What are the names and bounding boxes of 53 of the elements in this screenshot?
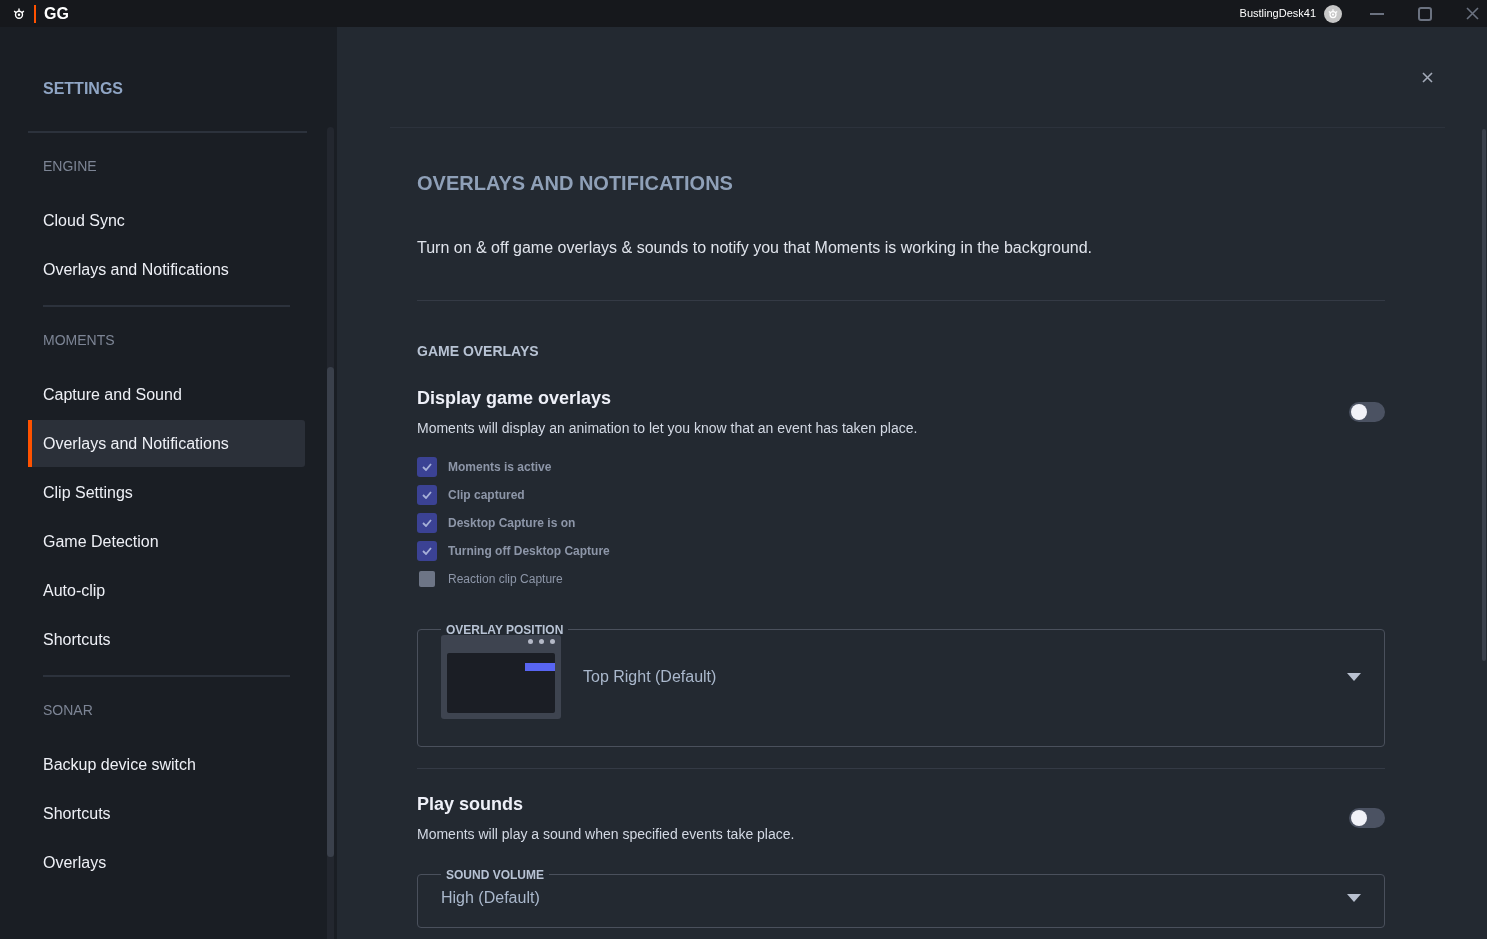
checkbox[interactable] xyxy=(417,457,437,477)
check-icon xyxy=(422,547,432,555)
scrollbar-thumb[interactable] xyxy=(327,367,334,857)
section-header: MOMENTS xyxy=(42,330,116,350)
checkbox[interactable] xyxy=(417,569,437,589)
gear-logo-icon xyxy=(1327,7,1339,20)
username: BustlingDesk41 xyxy=(1239,6,1316,22)
sidebar-item[interactable]: Cloud Sync xyxy=(28,197,305,244)
setting-title: Play sounds xyxy=(417,793,525,816)
field-legend: SOUND VOLUME xyxy=(440,868,550,882)
sidebar-item[interactable]: Overlays and Notifications xyxy=(28,246,305,293)
avatar-icon[interactable] xyxy=(1324,4,1342,23)
checkbox-label: Clip captured xyxy=(448,487,525,504)
app-name: GG xyxy=(44,3,69,24)
section-header: GAME OVERLAYS xyxy=(417,342,540,361)
section-header: ENGINE xyxy=(42,156,98,176)
page-title: OVERLAYS AND NOTIFICATIONS xyxy=(417,171,734,196)
sidebar-item[interactable]: Overlays xyxy=(28,839,305,886)
checkbox-label: Turning off Desktop Capture xyxy=(448,543,610,560)
section-header: SONAR xyxy=(42,700,94,720)
sidebar-item[interactable]: Overlays and Notifications xyxy=(28,420,305,467)
maximize-icon[interactable] xyxy=(1418,6,1432,21)
close-icon[interactable] xyxy=(1422,71,1433,83)
gear-logo-icon xyxy=(12,6,26,21)
checkbox-label: Reaction clip Capture xyxy=(448,571,563,588)
setting-title: Display game overlays xyxy=(417,387,613,410)
sidebar-item[interactable]: Shortcuts xyxy=(28,616,305,663)
checkbox[interactable] xyxy=(417,541,437,561)
page-description: Turn on & off game overlays & sounds to notify you that Moments is working in the background. xyxy=(417,238,1094,258)
setting-description: Moments will display an animation to let you know that an event has taken place. xyxy=(417,419,919,438)
select-value: High (Default) xyxy=(441,888,541,908)
select-value: Top Right (Default) xyxy=(583,667,718,687)
sidebar-item[interactable]: Auto-clip xyxy=(28,567,305,614)
sidebar-item[interactable]: Clip Settings xyxy=(28,469,305,516)
sidebar-title: SETTINGS xyxy=(42,79,124,99)
check-icon xyxy=(422,519,432,527)
caret-icon xyxy=(1347,673,1361,681)
close-icon[interactable] xyxy=(1466,7,1479,20)
sidebar-item[interactable]: Shortcuts xyxy=(28,790,305,837)
caret-icon xyxy=(1347,894,1361,902)
sidebar-item[interactable]: Capture and Sound xyxy=(28,371,305,418)
sidebar-item[interactable]: Game Detection xyxy=(28,518,305,565)
checkbox-label: Moments is active xyxy=(448,459,552,476)
sidebar-item[interactable]: Backup device switch xyxy=(28,741,305,788)
toggle-switch[interactable] xyxy=(1349,808,1385,828)
checkbox[interactable] xyxy=(417,485,437,505)
field-legend: OVERLAY POSITION xyxy=(440,623,570,637)
check-icon xyxy=(422,491,432,499)
checkbox-label: Desktop Capture is on xyxy=(448,515,576,532)
check-icon xyxy=(422,463,432,471)
toggle-switch[interactable] xyxy=(1349,402,1385,422)
setting-description: Moments will play a sound when specified events take place. xyxy=(417,825,796,844)
checkbox[interactable] xyxy=(417,513,437,533)
